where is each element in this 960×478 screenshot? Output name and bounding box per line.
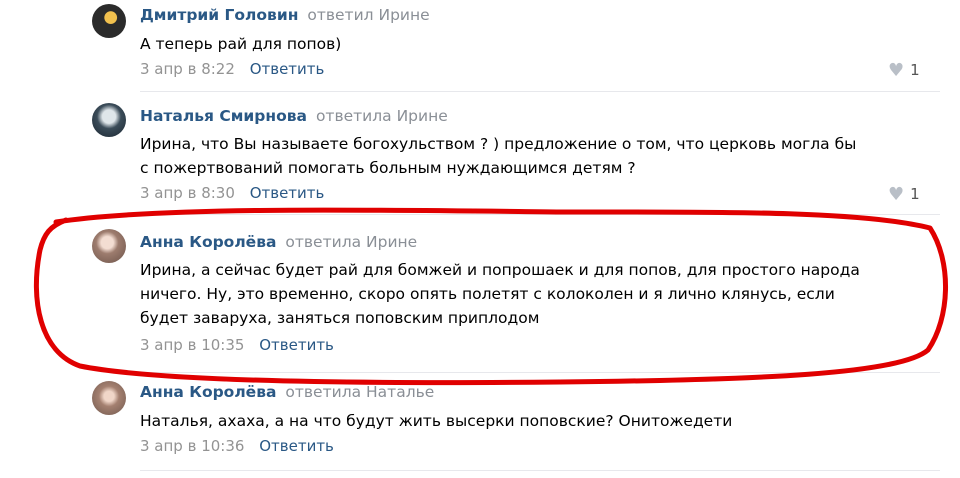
highlight-annotation [33, 207, 948, 386]
